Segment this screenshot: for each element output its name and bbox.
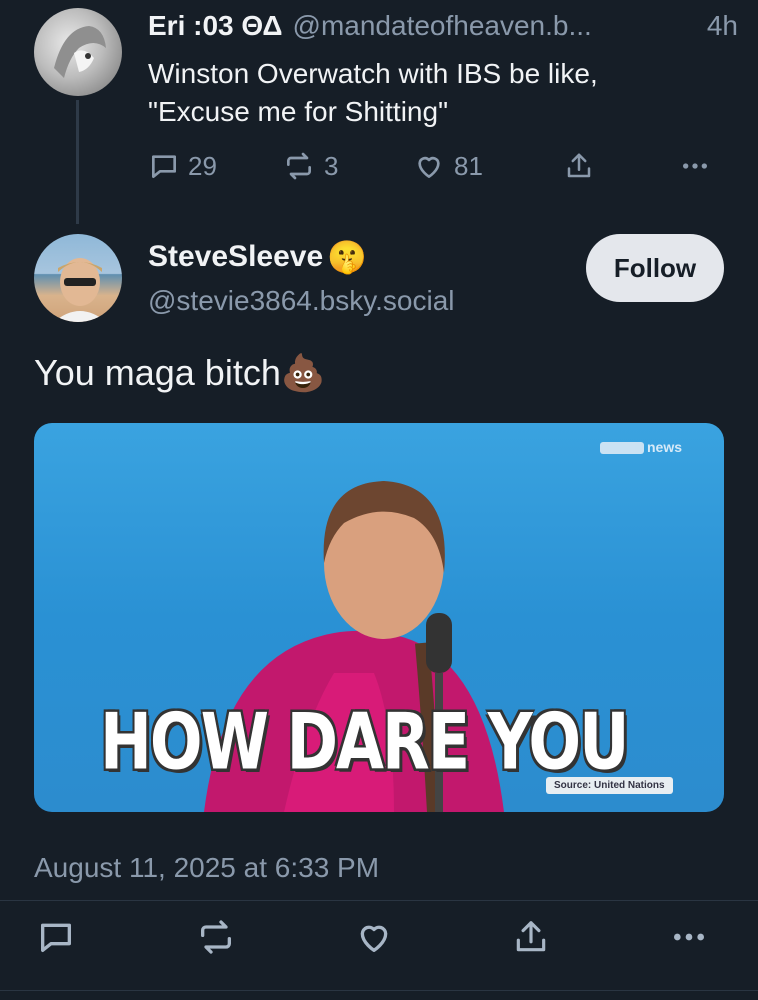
share-icon: [564, 150, 594, 182]
news-watermark-text: news: [647, 439, 683, 455]
parent-share-button[interactable]: [564, 150, 594, 182]
more-icon: [668, 933, 710, 961]
parent-repost-button[interactable]: 3: [282, 150, 338, 182]
parent-more-button[interactable]: [678, 150, 712, 182]
parent-handle[interactable]: @mandateofheaven.b...: [293, 10, 592, 42]
share-icon: [512, 921, 550, 961]
shushing-face-emoji: 🤫: [327, 239, 367, 275]
avatar-drawing: [54, 26, 106, 78]
parent-actions: 29 3 81: [148, 150, 718, 190]
like-count: 81: [454, 150, 483, 181]
main-more-button[interactable]: [668, 917, 710, 962]
parent-header: Eri :03 ΘΔ @mandateofheaven.b... 4h: [148, 10, 738, 42]
main-display-name[interactable]: SteveSleeve: [148, 240, 323, 274]
main-repost-button[interactable]: [196, 917, 236, 962]
repost-icon: [282, 150, 316, 182]
main-display-name-row: SteveSleeve 🤫: [148, 238, 367, 276]
main-reply-button[interactable]: [36, 917, 76, 962]
thread-line: [76, 100, 79, 224]
main-post-text-row: You maga bitch 💩: [34, 352, 326, 394]
main-avatar[interactable]: [34, 234, 122, 322]
avatar-drawing: [54, 258, 106, 322]
reply-icon: [148, 150, 180, 182]
news-watermark: news: [600, 439, 682, 455]
reply-icon: [36, 923, 76, 961]
parent-like-button[interactable]: 81: [412, 150, 483, 182]
parent-avatar[interactable]: [34, 8, 122, 96]
parent-reply-button[interactable]: 29: [148, 150, 217, 182]
reply-count: 29: [188, 150, 217, 181]
follow-button[interactable]: Follow: [586, 234, 724, 302]
heart-icon: [354, 925, 394, 961]
post-media-gif[interactable]: news HOW DARE YOU Source: United Nations: [34, 423, 724, 812]
bottom-divider: [0, 990, 758, 991]
parent-display-name[interactable]: Eri :03 ΘΔ: [148, 10, 283, 42]
post-date: August 11, 2025 at 6:33 PM: [34, 852, 380, 883]
main-post-text: You maga bitch: [34, 352, 281, 393]
more-icon: [678, 150, 712, 182]
source-label: Source: United Nations: [546, 777, 673, 794]
date-divider: [0, 900, 758, 901]
main-share-button[interactable]: [512, 917, 550, 962]
heart-icon: [412, 150, 446, 182]
main-actions: [34, 917, 724, 957]
news-logo-icon: [600, 442, 644, 455]
poop-emoji: 💩: [280, 352, 326, 393]
repost-count: 3: [324, 150, 339, 181]
repost-icon: [196, 920, 236, 961]
gif-caption: HOW DARE YOU: [100, 695, 629, 788]
main-handle[interactable]: @stevie3864.bsky.social: [148, 285, 455, 317]
parent-text: Winston Overwatch with IBS be like, "Exc…: [148, 58, 598, 127]
parent-time[interactable]: 4h: [707, 10, 738, 42]
main-like-button[interactable]: [354, 917, 394, 962]
